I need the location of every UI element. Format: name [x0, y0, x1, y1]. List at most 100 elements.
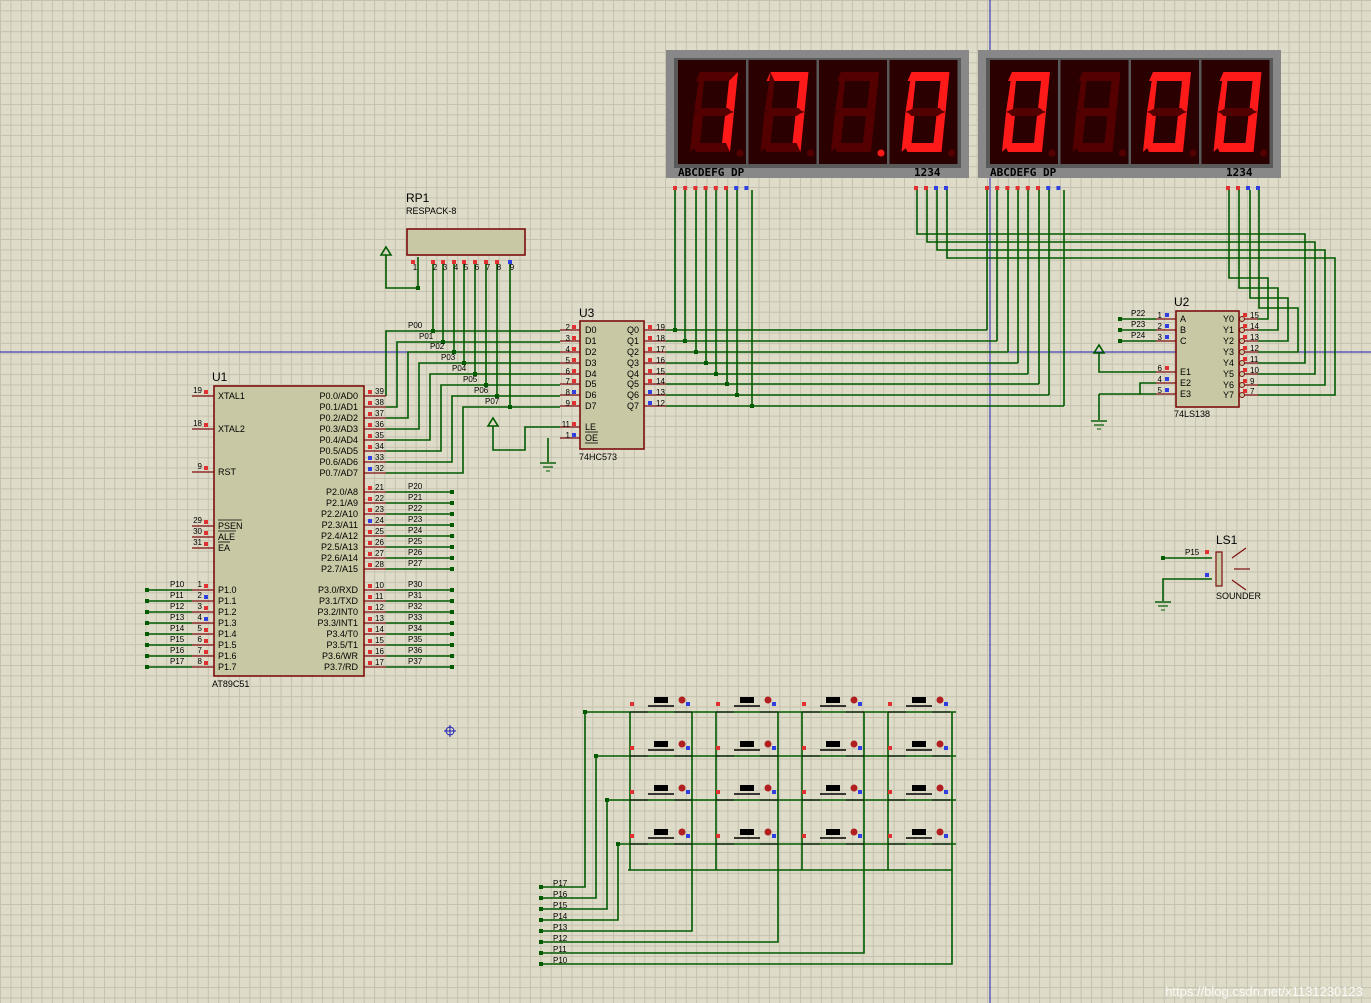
net-terminal [450, 490, 454, 494]
u1-pin-num: 12 [375, 603, 384, 612]
u3-pin-num: 14 [656, 377, 665, 386]
junction-dot [750, 404, 754, 408]
pin-marker [924, 186, 928, 190]
net-label: P21 [408, 493, 423, 502]
u1-pin-num: 27 [375, 549, 384, 558]
u3-pin-num: 13 [656, 388, 665, 397]
pin-marker [368, 530, 372, 534]
net-terminal [539, 940, 543, 944]
key-cap [654, 697, 668, 703]
u1-pin-num: 35 [375, 431, 384, 440]
u3-pin-name: D0 [585, 325, 597, 335]
u3-pin-num: 8 [566, 388, 571, 397]
u2-pin-num: 5 [1158, 386, 1163, 395]
net-label: P30 [408, 580, 423, 589]
u1-pin-num: 29 [193, 516, 202, 525]
u1-pin-name: P2.7/A15 [321, 564, 358, 574]
net-label: P37 [408, 657, 423, 666]
key-cap [654, 829, 668, 835]
u2-pin-name: Y2 [1223, 336, 1234, 346]
pin-marker [713, 186, 718, 190]
key-indicator-icon [678, 784, 686, 792]
pin-marker [944, 746, 948, 750]
junction-dot [616, 842, 620, 846]
pin-marker [772, 834, 776, 838]
u1-pin-name: P2.6/A14 [321, 553, 358, 563]
net-terminal [450, 654, 454, 658]
u1-pin-num: 30 [193, 527, 202, 536]
net-terminal [539, 951, 543, 955]
pin-marker [572, 347, 576, 351]
key-indicator-icon [678, 740, 686, 748]
u3-pin-name: LE [585, 422, 596, 432]
u3-pin-name: D1 [585, 336, 597, 346]
u3-pin-name: D2 [585, 347, 597, 357]
u1-pin-name: P3.2/INT0 [317, 607, 358, 617]
net-terminal [450, 567, 454, 571]
wire [1139, 382, 1156, 395]
junction-dot [605, 798, 609, 802]
display-right-segment [1008, 108, 1044, 116]
pin-marker [630, 834, 634, 838]
u1-pin-num: 13 [375, 614, 384, 623]
u1-pin-name: P1.6 [218, 651, 237, 661]
u1-pin-num: 3 [198, 602, 203, 611]
u2-pin-num: 3 [1158, 333, 1163, 342]
rp1-pin-num: 4 [454, 263, 459, 272]
pin-marker [648, 336, 652, 340]
net-terminal [145, 632, 149, 636]
u3-pin-num: 5 [566, 356, 571, 365]
schematic-canvas[interactable]: U1AT89C5119XTAL118XTAL29RST29PSEN30ALE31… [0, 0, 1371, 1003]
net-label: P34 [408, 624, 423, 633]
pin-marker [204, 423, 208, 427]
pin-marker [368, 650, 372, 654]
rp1-pin-num: 6 [475, 263, 480, 272]
u3-pin-num: 15 [656, 367, 665, 376]
u1-pin-num: 37 [375, 409, 384, 418]
net-terminal [145, 621, 149, 625]
pin-marker [1243, 324, 1247, 328]
pin-marker [648, 369, 652, 373]
u2-pin-num: 12 [1250, 344, 1259, 353]
pin-marker [204, 595, 208, 599]
pin-marker [802, 790, 806, 794]
pin-marker [572, 401, 576, 405]
pin-marker [716, 746, 720, 750]
key-indicator-icon [678, 696, 686, 704]
net-label: P05 [463, 375, 478, 384]
display-left-dp [948, 149, 955, 157]
u2-pin-num: 15 [1250, 311, 1259, 320]
u2-pin-name: B [1180, 325, 1186, 335]
u2-pin-name: Y5 [1223, 369, 1234, 379]
u3-pin-num: 17 [656, 345, 665, 354]
u2-pin-num: 7 [1250, 387, 1255, 396]
pin-marker [368, 508, 372, 512]
net-terminal [450, 534, 454, 538]
key-indicator-icon [850, 784, 858, 792]
net-terminal [450, 621, 454, 625]
pin-marker [734, 186, 739, 190]
wire [541, 712, 586, 888]
u1-pin-name: P0.2/AD2 [319, 413, 358, 423]
pin-marker [572, 325, 576, 329]
pin-marker [944, 702, 948, 706]
u3-pin-num: 2 [566, 323, 571, 332]
display-right-segments-label: ABCDEFG DP [990, 166, 1057, 179]
net-label: P02 [430, 342, 445, 351]
pin-marker [888, 746, 892, 750]
u2-pin-name: A [1180, 314, 1186, 324]
net-terminal [145, 610, 149, 614]
key-indicator-icon [764, 740, 772, 748]
net-label: P24 [1131, 331, 1146, 340]
u2-inverter-bubble [1239, 371, 1245, 377]
u2-pin-num: 10 [1250, 366, 1259, 375]
u2-pin-name: Y3 [1223, 347, 1234, 357]
pin-marker [888, 834, 892, 838]
net-terminal [145, 599, 149, 603]
u2-inverter-bubble [1239, 392, 1245, 398]
net-label: P13 [170, 613, 185, 622]
pin-marker [204, 639, 208, 643]
u1-pin-num: 32 [375, 464, 384, 473]
u1-pin-name: P0.5/AD5 [319, 446, 358, 456]
net-label: P20 [408, 482, 423, 491]
